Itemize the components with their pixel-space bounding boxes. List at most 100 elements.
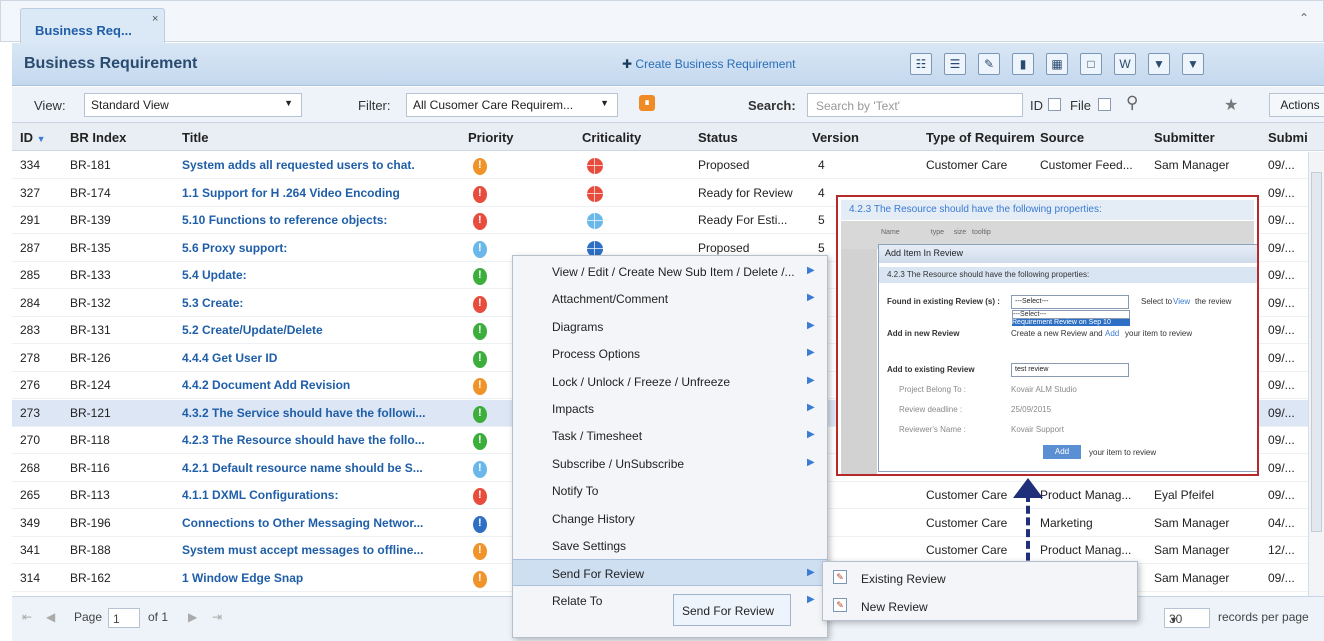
last-page-icon[interactable]: ⇥ (212, 610, 222, 624)
actions-button[interactable]: Actions (1269, 93, 1324, 117)
col-priority[interactable]: Priority (468, 130, 514, 145)
cell-title[interactable]: System adds all requested users to chat. (182, 158, 415, 172)
submenu-item[interactable]: ✎ New Review (823, 592, 1137, 620)
cell-type: Customer Care (926, 158, 1008, 172)
chevron-right-icon: ▶ (807, 374, 815, 386)
rss-icon[interactable]: ∎ (639, 95, 655, 111)
chart-icon[interactable]: ▮ (1012, 53, 1034, 75)
first-page-icon[interactable]: ⇤ (22, 610, 32, 624)
add-button-tail: your item to review (1089, 448, 1157, 457)
col-title[interactable]: Title (182, 130, 209, 145)
tree-icon[interactable]: ☰ (944, 53, 966, 75)
id-checkbox[interactable] (1048, 98, 1061, 111)
cell-title[interactable]: 4.4.2 Document Add Revision (182, 378, 350, 392)
cell-title[interactable]: 5.10 Functions to reference objects: (182, 213, 387, 227)
cell-title[interactable]: 5.2 Create/Update/Delete (182, 323, 323, 337)
page-input[interactable]: 1 (108, 608, 140, 628)
page-title: Business Requirement (24, 55, 198, 72)
export-icon[interactable]: ▼ (1182, 53, 1204, 75)
cell-title[interactable]: 1 Window Edge Snap (182, 571, 303, 585)
menu-item[interactable]: Subscribe / UnSubscribe ▶ (513, 450, 827, 477)
menu-item[interactable]: Impacts ▶ (513, 395, 827, 422)
menu-item[interactable]: Attachment/Comment ▶ (513, 285, 827, 312)
col-br-index[interactable]: BR Index (70, 130, 126, 145)
per-page-select[interactable]: 30 ▼ (1164, 608, 1210, 628)
edit-icon[interactable]: ✎ (978, 53, 1000, 75)
col-status[interactable]: Status (698, 130, 738, 145)
file-checkbox[interactable] (1098, 98, 1111, 111)
col-criticality[interactable]: Criticality (582, 130, 641, 145)
menu-item[interactable]: Notify To (513, 477, 827, 504)
cell-title[interactable]: 4.1.1 DXML Configurations: (182, 488, 338, 502)
tab-business-requirement[interactable]: Business Req... × (20, 8, 165, 44)
id-label: ID (1030, 98, 1043, 113)
star-icon[interactable]: ★ (1224, 95, 1238, 115)
cell-title[interactable]: 1.1 Support for H .264 Video Encoding (182, 186, 400, 200)
menu-item-label: Task / Timesheet (552, 429, 643, 444)
cell-title[interactable]: 4.3.2 The Service should have the follow… (182, 406, 425, 420)
create-button[interactable]: ✚ Create Business Requirement (622, 57, 795, 71)
search-icon[interactable]: ⚲ (1126, 93, 1138, 113)
review-option-2[interactable]: Requirement Review on Sep 10 (1012, 319, 1130, 326)
col-source[interactable]: Source (1040, 130, 1084, 145)
cell-submit-date: 09/... (1268, 488, 1295, 502)
cell-title[interactable]: 4.4.4 Get User ID (182, 351, 277, 365)
menu-item[interactable]: Diagrams ▶ (513, 313, 827, 340)
cell-title[interactable]: Connections to Other Messaging Networ... (182, 516, 423, 530)
layout-icon[interactable]: □ (1080, 53, 1102, 75)
next-page-icon[interactable]: ▶ (188, 610, 197, 624)
cell-status: Proposed (698, 240, 750, 255)
add-link[interactable]: Add (1105, 329, 1119, 338)
menu-item-label: Attachment/Comment (552, 292, 669, 307)
chevron-right-icon: ▶ (807, 429, 815, 441)
cell-title[interactable]: 4.2.3 The Resource should have the follo… (182, 433, 425, 447)
submenu-item[interactable]: ✎ Existing Review (823, 564, 1137, 592)
deadline-value: 25/09/2015 (1011, 405, 1052, 414)
col-type[interactable]: Type of Requirem (926, 130, 1035, 145)
view-select[interactable]: Standard View ▼ (84, 93, 302, 117)
search-input[interactable]: Search by 'Text' (807, 93, 1023, 117)
vertical-scrollbar[interactable] (1308, 152, 1324, 596)
filter-select[interactable]: All Cusomer Care Requirem... ▼ (406, 93, 618, 117)
cell-title[interactable]: 5.3 Create: (182, 296, 243, 310)
col-submit[interactable]: Submi (1268, 130, 1308, 145)
review-option-1[interactable]: ---Select--- (1012, 310, 1130, 319)
menu-item[interactable]: Save Settings (513, 532, 827, 559)
cell-title[interactable]: 5.6 Proxy support: (182, 241, 287, 255)
table-row[interactable]: 334 BR-181 System adds all requested users… (12, 152, 1308, 179)
preview-side-panel (841, 249, 877, 474)
col-id[interactable]: ID ▼ (20, 130, 46, 145)
menu-item[interactable]: Send For Review ▶ (513, 559, 827, 587)
menu-item[interactable]: Lock / Unlock / Freeze / Unfreeze ▶ (513, 368, 827, 395)
review-select[interactable]: ---Select--- (1011, 295, 1129, 309)
menu-item-label: Relate To (552, 593, 603, 608)
search-label: Search: (748, 98, 796, 113)
view-link[interactable]: View (1173, 297, 1190, 306)
priority-icon (473, 488, 487, 505)
word-export-icon[interactable]: W (1114, 53, 1136, 75)
grid-icon[interactable]: ▦ (1046, 53, 1068, 75)
add-item-in-review-dialog: Add Item In Review 4.2.3 The Resource sh… (878, 244, 1257, 472)
view-label: View: (34, 98, 66, 113)
menu-item[interactable]: Change History (513, 505, 827, 532)
menu-item[interactable]: Process Options ▶ (513, 340, 827, 367)
cell-title[interactable]: 4.2.1 Default resource name should be S.… (182, 461, 423, 475)
cell-id: 283 (20, 323, 41, 337)
hierarchy-icon[interactable]: ☷ (910, 53, 932, 75)
scrollbar-thumb[interactable] (1311, 172, 1322, 532)
menu-item[interactable]: Task / Timesheet ▶ (513, 422, 827, 449)
import-icon[interactable]: ▼ (1148, 53, 1170, 75)
cell-title[interactable]: System must accept messages to offline..… (182, 543, 423, 557)
prev-page-icon[interactable]: ◀ (46, 610, 55, 624)
col-submitter[interactable]: Submitter (1154, 130, 1215, 145)
col-version[interactable]: Version (812, 130, 859, 145)
menu-item-label: Impacts (552, 402, 595, 416)
collapse-icon[interactable]: ⌃ (1299, 11, 1309, 25)
close-icon[interactable]: × (152, 13, 158, 25)
menu-item[interactable]: View / Edit / Create New Sub Item / Dele… (513, 258, 827, 285)
priority-icon (473, 378, 487, 395)
menu-item-label: Process Options (552, 347, 641, 362)
existing-review-select[interactable]: test review (1011, 363, 1129, 377)
add-button[interactable]: Add (1043, 445, 1081, 459)
cell-title[interactable]: 5.4 Update: (182, 268, 247, 282)
